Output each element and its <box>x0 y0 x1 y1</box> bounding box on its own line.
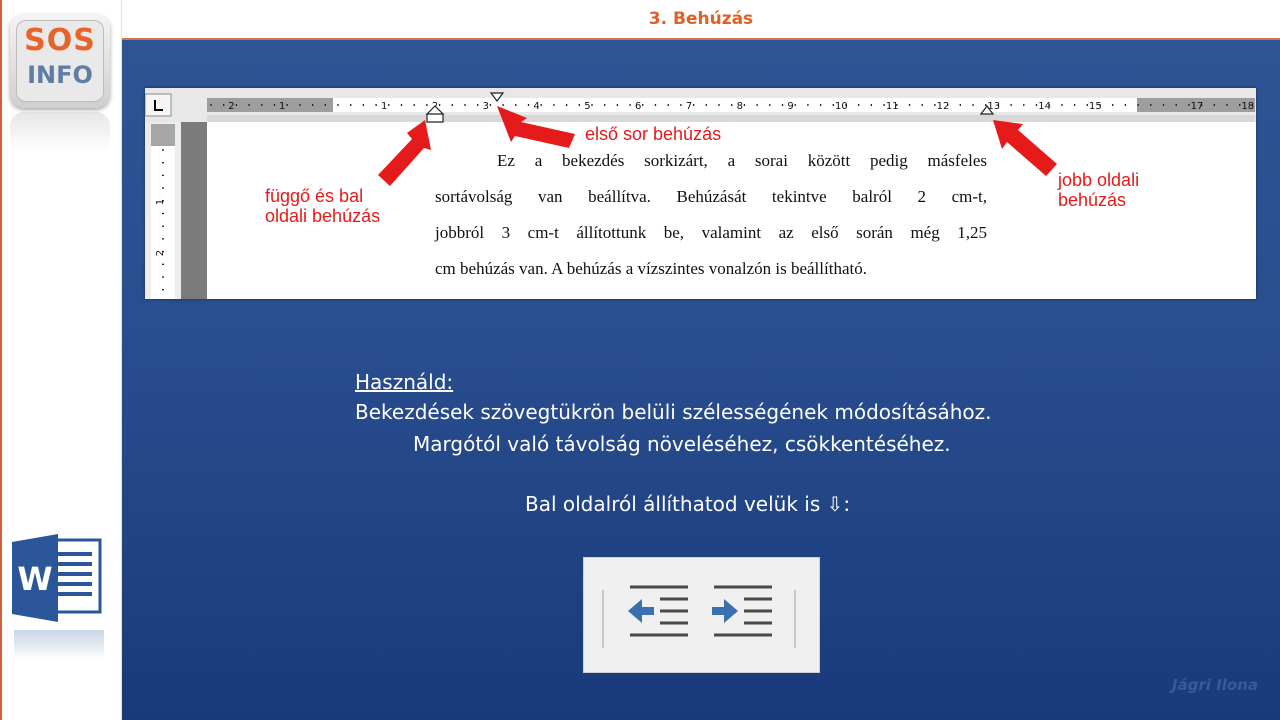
instructions-line1: Bekezdések szövegtükrön belüli szélesség… <box>355 400 992 424</box>
ruler-number: 9 <box>787 101 793 112</box>
title-bar: 3. Behúzás <box>122 0 1280 40</box>
author-signature: Jágri Ilona <box>1172 676 1259 694</box>
ruler-number: 2 <box>228 101 234 112</box>
ruler-number: 15 <box>1089 101 1102 112</box>
decrease-indent-button[interactable] <box>624 578 694 648</box>
instructions-hint: Bal oldalról állíthatod velük is ⇩: <box>525 492 851 516</box>
arrow-right-indent <box>993 120 1057 176</box>
left-sidebar: SOS INFO W <box>0 0 122 720</box>
paragraph-line: jobbról 3 cm-t állítottunk be, valamint … <box>435 223 987 242</box>
increase-indent-button[interactable] <box>708 578 778 648</box>
separator <box>794 590 796 648</box>
decrease-indent-icon <box>628 585 688 637</box>
word-letter: W <box>17 560 52 598</box>
ruler-number: 11 <box>886 101 899 112</box>
ruler-number: 6 <box>635 101 641 112</box>
vertical-ruler-number: 2 <box>155 250 166 256</box>
hanging-indent-label-line2: oldali behúzás <box>265 206 381 226</box>
ruler-number: 18 <box>1241 101 1254 112</box>
arrow-hanging-indent <box>378 120 431 186</box>
hanging-indent-label: függő és bal oldali behúzás <box>265 186 380 226</box>
separator <box>602 590 604 648</box>
ruler-number: 3 <box>483 101 489 112</box>
ruler-numbers: 211234567891011121314151718 <box>228 101 1254 112</box>
ruler-number: 10 <box>835 101 848 112</box>
ruler-number: 8 <box>737 101 743 112</box>
ruler-number: 12 <box>937 101 950 112</box>
vertical-ruler-number: 1 <box>155 199 166 205</box>
ruler-number: 1 <box>279 101 285 112</box>
increase-indent-icon <box>712 585 772 637</box>
word-icon-reflection <box>14 630 104 660</box>
instructions-heading: Használd: <box>355 370 454 394</box>
ruler-number: 5 <box>584 101 590 112</box>
paragraph-line: sortávolság van beállítva. Behúzását tek… <box>435 187 987 206</box>
right-indent-label-line1: jobb oldali <box>1058 170 1140 190</box>
logo-line1: SOS <box>24 23 96 58</box>
word-ruler-screenshot: 211234567891011121314151718 12 első sor … <box>145 88 1256 299</box>
first-line-label: első sor behúzás <box>585 124 722 144</box>
logo-line2: INFO <box>27 61 93 89</box>
instructions-line2: Margótól való távolság növeléséhez, csök… <box>413 432 951 456</box>
page-title: 3. Behúzás <box>648 9 754 29</box>
hanging-indent-label-line1: függő és bal <box>265 186 364 206</box>
indent-buttons-panel <box>583 557 820 673</box>
ruler-number: 17 <box>1191 101 1204 112</box>
ruler-number: 14 <box>1038 101 1051 112</box>
word-icon: W <box>12 534 102 622</box>
ruler-number: 1 <box>381 101 387 112</box>
logo-reflection <box>10 112 110 152</box>
sos-info-logo: SOS INFO <box>10 14 110 108</box>
paragraph-line: Ez a bekezdés sorkizárt, a sorai között … <box>497 151 987 170</box>
ruler-number: 4 <box>533 101 539 112</box>
right-indent-label-line2: behúzás <box>1058 190 1127 210</box>
ruler-number: 7 <box>686 101 692 112</box>
paragraph-line: cm behúzás van. A behúzás a vízszintes v… <box>435 259 867 278</box>
right-indent-label: jobb oldali behúzás <box>1058 170 1139 210</box>
